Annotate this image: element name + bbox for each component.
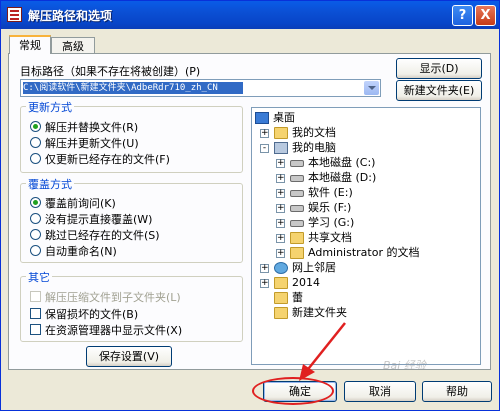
network-icon [274, 262, 288, 274]
dest-path-combo[interactable]: C:\阅读软件\新建文件夹\AdbeRdr710_zh_CN [20, 79, 381, 97]
tree-item-label: 桌面 [273, 111, 295, 124]
expand-icon[interactable]: + [276, 249, 285, 258]
help-title-button[interactable]: ? [452, 5, 473, 26]
window-title: 解压路径和选项 [28, 9, 113, 23]
title-bar[interactable]: 解压路径和选项 ? X [1, 1, 499, 29]
radio-ask[interactable] [30, 197, 41, 208]
extract-dialog: 解压路径和选项 ? X 常规 高级 目标路径（如果不存在将被创建）(P) C:\… [0, 0, 500, 411]
tab-advanced[interactable]: 高级 [51, 37, 95, 54]
tree-item-label: 娱乐 (F:) [308, 201, 352, 214]
checkbox-keep-broken-label[interactable]: 保留损坏的文件(B) [45, 306, 138, 322]
save-settings-button[interactable]: 保存设置(V) [86, 346, 172, 367]
radio-rename-label[interactable]: 自动重命名(N) [45, 243, 117, 259]
tree-item-label: 新建文件夹 [292, 306, 347, 319]
tree-item-label: 网上邻居 [292, 261, 336, 274]
tree-item-label: 学习 (G:) [308, 216, 355, 229]
radio-skip[interactable] [30, 229, 41, 240]
expand-icon[interactable]: + [276, 174, 285, 183]
folder-icon [290, 247, 304, 259]
tree-item-label: 我的文档 [292, 126, 336, 139]
checkbox-keep-broken[interactable] [30, 308, 41, 319]
checkbox-extract-subfolder-label[interactable]: 解压压缩文件到子文件夹(L) [45, 289, 181, 305]
computer-icon [274, 142, 288, 154]
folder-icon [274, 292, 288, 304]
close-button[interactable]: X [475, 5, 496, 26]
drive-icon [290, 160, 304, 167]
radio-overwrite[interactable] [30, 213, 41, 224]
help-button[interactable]: 帮助 [422, 381, 492, 402]
folder-icon [274, 277, 288, 289]
collapse-icon[interactable]: - [260, 144, 269, 153]
misc-title: 其它 [26, 269, 52, 285]
expand-icon[interactable]: + [276, 189, 285, 198]
radio-fresh-existing-label[interactable]: 仅更新已经存在的文件(F) [45, 151, 170, 167]
show-button[interactable]: 显示(D) [396, 58, 482, 79]
expand-icon[interactable]: + [260, 279, 269, 288]
tree-item-label: 共享文档 [308, 231, 352, 244]
cancel-button[interactable]: 取消 [344, 381, 416, 402]
chevron-down-icon[interactable] [364, 81, 379, 95]
folder-icon [290, 232, 304, 244]
checkbox-show-in-explorer[interactable] [30, 324, 41, 335]
folder-icon [274, 127, 288, 139]
radio-skip-label[interactable]: 跳过已经存在的文件(S) [45, 227, 160, 243]
app-icon [7, 7, 22, 22]
checkbox-show-in-explorer-label[interactable]: 在资源管理器中显示文件(X) [45, 322, 182, 338]
tree-item-label: 软件 (E:) [308, 186, 353, 199]
update-mode-title: 更新方式 [26, 99, 74, 115]
tree-item-label: Administrator 的文档 [308, 246, 420, 259]
tree-item-label: 2014 [292, 276, 320, 289]
radio-update[interactable] [30, 137, 41, 148]
expand-icon[interactable]: + [276, 234, 285, 243]
tab-general[interactable]: 常规 [9, 35, 51, 54]
radio-fresh-existing[interactable] [30, 153, 41, 164]
radio-replace[interactable] [30, 121, 41, 132]
expand-icon[interactable]: + [276, 219, 285, 228]
dest-path-value[interactable]: C:\阅读软件\新建文件夹\AdbeRdr710_zh_CN [23, 82, 243, 94]
desktop-icon [255, 112, 269, 124]
expand-icon[interactable]: + [276, 204, 285, 213]
dest-path-label: 目标路径（如果不存在将被创建）(P) [20, 65, 201, 78]
drive-icon [290, 205, 304, 212]
tree-item-label: 蕾 [292, 291, 303, 304]
radio-update-label[interactable]: 解压并更新文件(U) [45, 135, 139, 151]
drive-icon [290, 190, 304, 197]
arrow-icon [299, 322, 346, 381]
tree-item-label: 本地磁盘 (C:) [308, 156, 376, 169]
expand-icon[interactable]: + [260, 264, 269, 273]
drive-icon [290, 220, 304, 227]
checkbox-extract-subfolder[interactable] [30, 291, 41, 302]
folder-tree[interactable]: 桌面 + 我的文档 - 我的电脑 + 本地磁盘 (C:) + 本地磁盘 (D:)… [251, 107, 481, 365]
radio-replace-label[interactable]: 解压并替换文件(R) [45, 119, 138, 135]
folder-icon [274, 307, 288, 319]
drive-icon [290, 175, 304, 182]
new-folder-button[interactable]: 新建文件夹(E) [396, 80, 482, 101]
radio-rename[interactable] [30, 245, 41, 256]
overwrite-mode-title: 覆盖方式 [26, 176, 74, 192]
tree-item-label: 我的电脑 [292, 141, 336, 154]
tree-item-label: 本地磁盘 (D:) [308, 171, 377, 184]
radio-overwrite-label[interactable]: 没有提示直接覆盖(W) [45, 211, 152, 227]
expand-icon[interactable]: + [276, 159, 285, 168]
radio-ask-label[interactable]: 覆盖前询问(K) [45, 195, 116, 211]
expand-icon[interactable]: + [260, 129, 269, 138]
watermark: Bai 经验 [383, 359, 426, 372]
